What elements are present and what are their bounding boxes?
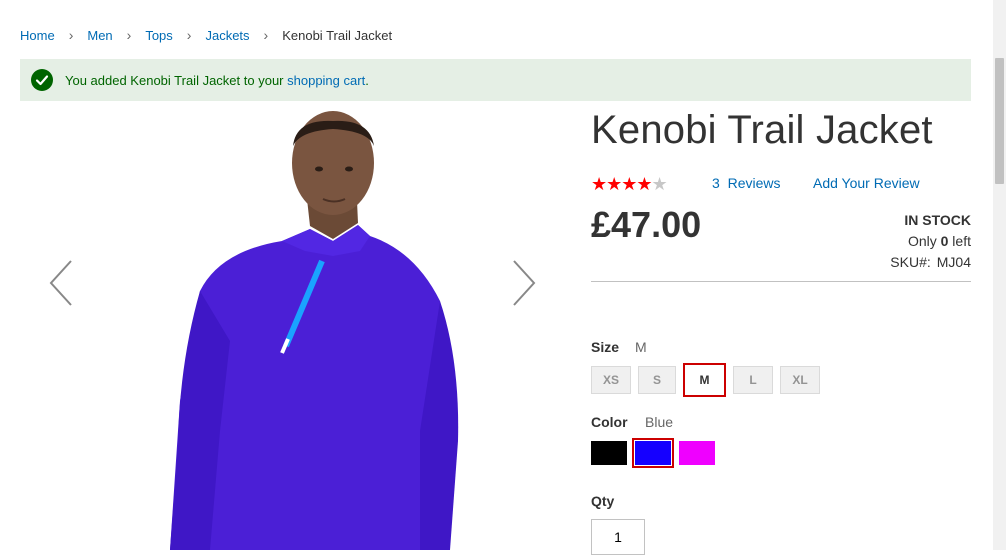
size-options: XS S M L XL [591, 363, 820, 397]
size-option-l[interactable]: L [733, 366, 773, 394]
chevron-right-icon: › [126, 27, 132, 43]
success-message-text: You added Kenobi Trail Jacket to your sh… [65, 72, 369, 88]
star-icons: ★★★★★ [591, 174, 668, 194]
size-option-xl[interactable]: XL [780, 366, 820, 394]
rating-stars: ★★★★★ [591, 174, 668, 195]
scrollbar-thumb[interactable] [995, 58, 1004, 184]
chevron-right-icon [513, 260, 536, 306]
reviews-link[interactable]: 3 Reviews [712, 175, 780, 191]
chevron-right-icon: › [186, 27, 192, 43]
add-review-link[interactable]: Add Your Review [813, 175, 920, 191]
color-options [591, 438, 715, 468]
size-selected-value: M [635, 339, 647, 355]
size-option-xs[interactable]: XS [591, 366, 631, 394]
size-label: Size [591, 339, 620, 355]
gallery-prev-button[interactable] [47, 258, 77, 308]
product-gallery [20, 101, 560, 550]
product-image [170, 111, 459, 550]
shopping-cart-link[interactable]: shopping cart [287, 73, 365, 88]
size-option-s[interactable]: S [638, 366, 676, 394]
stock-quantity: Only 0 left [907, 233, 971, 249]
stock-info: IN STOCK Only 0 left SKU#: MJ04 [890, 210, 971, 273]
scrollbar[interactable] [993, 0, 1006, 550]
success-message: You added Kenobi Trail Jacket to your sh… [20, 59, 971, 101]
breadcrumb-tops[interactable]: Tops [145, 28, 172, 43]
color-label: Color [591, 414, 628, 430]
chevron-right-icon: › [263, 27, 269, 43]
size-option-m[interactable]: M [683, 363, 726, 397]
checkmark-icon [31, 69, 53, 91]
chevron-left-icon [49, 260, 72, 306]
breadcrumb-men[interactable]: Men [87, 28, 112, 43]
breadcrumb-home[interactable]: Home [20, 28, 55, 43]
divider [591, 281, 971, 282]
qty-label: Qty [591, 493, 615, 509]
color-selected-value: Blue [645, 414, 674, 430]
gallery-next-button[interactable] [508, 258, 538, 308]
breadcrumb-jackets[interactable]: Jackets [205, 28, 249, 43]
breadcrumb: Home › Men › Tops › Jackets › Kenobi Tra… [20, 27, 392, 43]
stock-status: IN STOCK [904, 212, 971, 228]
color-swatch-black[interactable] [591, 441, 627, 465]
page-title: Kenobi Trail Jacket [591, 108, 933, 152]
color-swatch-blue[interactable] [632, 438, 674, 468]
breadcrumb-current: Kenobi Trail Jacket [282, 27, 393, 43]
color-swatch-purple[interactable] [679, 441, 715, 465]
chevron-right-icon: › [68, 27, 74, 43]
product-price: £47.00 [591, 204, 702, 245]
sku: SKU#: MJ04 [890, 254, 971, 270]
